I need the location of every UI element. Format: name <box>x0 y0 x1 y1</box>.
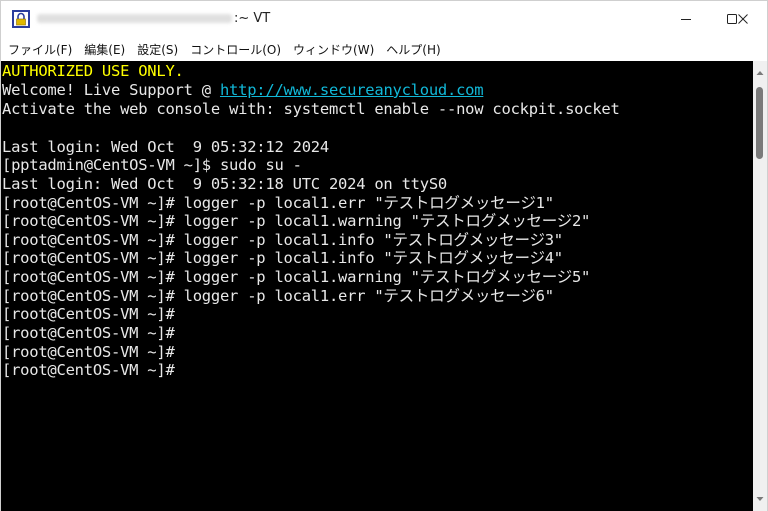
terminal-cockpit-line: Activate the web console with: systemctl… <box>2 100 620 118</box>
terminal-line: [root@CentOS-VM ~]# logger -p local1.err… <box>2 287 554 305</box>
menu-help[interactable]: ヘルプ(H) <box>380 41 446 58</box>
menu-bar: ファイル(F) 編集(E) 設定(S) コントロール(O) ウィンドウ(W) ヘ… <box>1 37 767 61</box>
terminal-line: [root@CentOS-VM ~]# <box>2 305 175 323</box>
terminal-line: Last login: Wed Oct 9 05:32:18 UTC 2024 … <box>2 175 448 193</box>
minimize-button[interactable] <box>663 1 709 37</box>
menu-settings[interactable]: 設定(S) <box>131 41 184 58</box>
terminal-banner: AUTHORIZED USE ONLY. <box>2 62 184 80</box>
support-link[interactable]: http://www.secureanycloud.com <box>220 81 484 99</box>
scrollbar-thumb[interactable] <box>756 87 763 159</box>
menu-edit[interactable]: 編集(E) <box>78 41 131 58</box>
menu-window[interactable]: ウィンドウ(W) <box>287 41 380 58</box>
terminal-line: [pptadmin@CentOS-VM ~]$ sudo su - <box>2 156 302 174</box>
terminal-line: [root@CentOS-VM ~]# <box>2 343 175 361</box>
terminal-line: [root@CentOS-VM ~]# logger -p local1.inf… <box>2 231 563 249</box>
terminal-line: [root@CentOS-VM ~]# logger -p local1.err… <box>2 194 554 212</box>
terminal-line: [root@CentOS-VM ~]# logger -p local1.war… <box>2 268 591 286</box>
terminal-screen[interactable]: AUTHORIZED USE ONLY. Welcome! Live Suppo… <box>1 61 753 511</box>
vertical-scrollbar[interactable] <box>753 61 767 511</box>
terminal-line: [root@CentOS-VM ~]# logger -p local1.inf… <box>2 249 563 267</box>
menu-control[interactable]: コントロール(O) <box>184 41 287 58</box>
terminal-line: [root@CentOS-VM ~]# <box>2 361 175 379</box>
redacted-title-area <box>37 14 232 23</box>
minimize-icon <box>681 19 691 20</box>
close-icon <box>738 14 748 24</box>
terminal-line: [root@CentOS-VM ~]# logger -p local1.war… <box>2 212 591 230</box>
welcome-text: Welcome! Live Support @ <box>2 81 220 99</box>
window-title: :~ VT <box>234 11 271 26</box>
terminal-line: [root@CentOS-VM ~]# <box>2 324 175 342</box>
close-button[interactable] <box>720 1 766 37</box>
scroll-down-arrow-icon[interactable] <box>756 495 764 503</box>
scroll-up-arrow-icon[interactable] <box>756 69 764 77</box>
title-bar[interactable]: :~ VT <box>1 1 767 37</box>
lock-app-icon <box>12 10 30 28</box>
terminal-line: Last login: Wed Oct 9 05:32:12 2024 <box>2 138 329 156</box>
terminal-welcome-line: Welcome! Live Support @ http://www.secur… <box>2 81 484 100</box>
menu-file[interactable]: ファイル(F) <box>1 41 78 58</box>
terminal-window: :~ VT ファイル(F) 編集(E) 設定(S) コントロール(O) ウィンド… <box>0 0 768 511</box>
